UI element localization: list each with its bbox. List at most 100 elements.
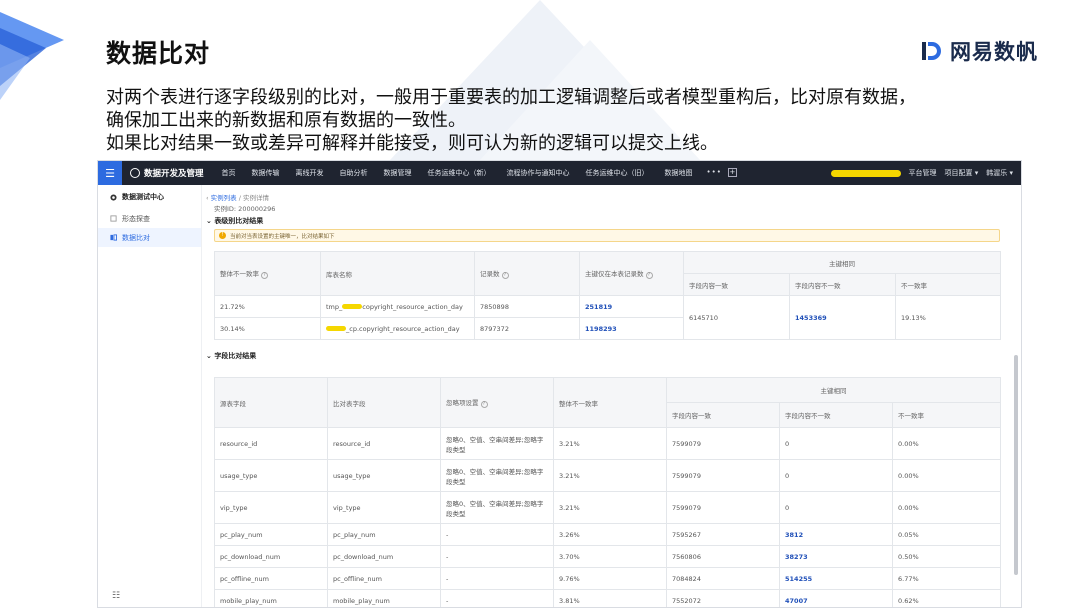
- top-navbar: ☰ 数据开发及管理 首页 数据传输 离线开发 自助分析 数据管理 任务运维中心（…: [98, 161, 1021, 185]
- cell-src: mobile_play_num: [214, 589, 328, 607]
- sidebar-collapse-icon[interactable]: ☷: [112, 591, 120, 601]
- desc-line: 对两个表进行逐字段级别的比对，一般用于重要表的加工逻辑调整后或者模型重构后，比对…: [106, 87, 916, 108]
- cell-diff-rate: 0.00%: [892, 491, 1001, 524]
- cell-same: 7599079: [666, 491, 780, 524]
- cell-diff: 0: [779, 427, 893, 460]
- sidebar-head-label: 数据测试中心: [122, 193, 164, 201]
- desc-line: 确保加工出来的新数据和原有数据的一致性。: [106, 110, 466, 131]
- app-name: 数据开发及管理: [144, 169, 204, 179]
- table-row: 21.72% tmp_ copyright_resource_action_day…: [214, 295, 1001, 340]
- cell-src: pc_download_num: [214, 545, 328, 568]
- nav-item-home[interactable]: 首页: [214, 168, 244, 178]
- breadcrumb-current: 实例详情: [243, 194, 270, 202]
- col-header-content-same: 字段内容一致: [666, 402, 780, 428]
- nav-item-ops-new[interactable]: 任务运维中心（新）: [420, 168, 499, 178]
- slide-description: 对两个表进行逐字段级别的比对，一般用于重要表的加工逻辑调整后或者模型重构后，比对…: [106, 86, 1036, 155]
- netease-shufan-icon: [922, 42, 941, 60]
- cell-records: 7850898: [474, 295, 580, 318]
- cell-rate: 3.21%: [553, 427, 667, 460]
- cell-ignore: -: [440, 567, 554, 590]
- cell-same: 7560806: [666, 545, 780, 568]
- breadcrumb-parent[interactable]: 实例列表: [211, 194, 237, 202]
- col-header-content-same: 字段内容一致: [683, 273, 790, 296]
- nav-item-data-mgmt[interactable]: 数据管理: [376, 168, 420, 178]
- sidebar-item-profile[interactable]: 形态探查: [98, 209, 201, 228]
- compare-icon: [110, 234, 117, 241]
- redacted-text: [326, 326, 346, 331]
- notice-text: 当前对当表设置的主键唯一，比对结果如下: [230, 233, 335, 240]
- cell-content-diff-link[interactable]: 1453369: [789, 295, 896, 340]
- cell-content-same: 6145710: [683, 295, 790, 340]
- table-row: pc_play_num pc_play_num - 3.26% 7595267 …: [214, 523, 1001, 546]
- project-config-menu[interactable]: 项目配置 ▾: [945, 168, 979, 178]
- vertical-scrollbar[interactable]: [1014, 355, 1018, 575]
- more-icon[interactable]: •••: [701, 168, 728, 178]
- cell-cmp: pc_offline_num: [327, 567, 441, 590]
- cell-rate: 3.81%: [553, 589, 667, 607]
- cell-same: 7599079: [666, 427, 780, 460]
- slide-corner-decoration: [0, 12, 64, 100]
- nav-item-offline-dev[interactable]: 离线开发: [288, 168, 332, 178]
- cell-ignore: 忽略0、空值、空串间差异;忽略字段类型: [440, 427, 554, 460]
- table-section-title[interactable]: ⌄ 表级别比对结果: [206, 216, 263, 226]
- cell-rate: 3.21%: [553, 459, 667, 492]
- cell-rate: 3.70%: [553, 545, 667, 568]
- table-row: pc_offline_num pc_offline_num - 9.76% 70…: [214, 567, 1001, 590]
- cell-diff-link[interactable]: 47007: [779, 589, 893, 607]
- sidebar-head[interactable]: 数据测试中心: [98, 185, 201, 209]
- cell-diff-link[interactable]: 38273: [779, 545, 893, 568]
- cell-diff-rate: 6.77%: [892, 567, 1001, 590]
- col-header-same-key: 主键相同: [666, 377, 1001, 403]
- cell-name: _cp.copyright_resource_action_day: [320, 317, 475, 340]
- main-content: ‹ 实例列表 / 实例详情 实例ID: 200000296 ⌄ 表级别比对结果 …: [202, 185, 1021, 607]
- cell-ignore: -: [440, 523, 554, 546]
- table-row: usage_type usage_type 忽略0、空值、空串间差异;忽略字段类…: [214, 459, 1001, 492]
- cell-only-link[interactable]: 251819: [579, 295, 684, 318]
- cell-same: 7599079: [666, 459, 780, 492]
- cell-src: pc_play_num: [214, 523, 328, 546]
- field-compare-table: 源表字段 比对表字段 忽略项设置? 整体不一致率 主键相同 字段内容一致 字段内…: [214, 377, 1001, 607]
- cell-diff-rate: 0.05%: [892, 523, 1001, 546]
- col-header-rate: 整体不一致率: [553, 377, 667, 428]
- nav-item-ops-old[interactable]: 任务运维中心（旧）: [578, 168, 657, 178]
- cell-rate: 3.21%: [553, 491, 667, 524]
- menu-icon[interactable]: ☰: [98, 161, 122, 185]
- notice-banner: ! 当前对当表设置的主键唯一，比对结果如下: [214, 229, 1000, 242]
- desc-line: 如果比对结果一致或差异可解释并能接受，则可认为新的逻辑可以提交上线。: [106, 133, 718, 154]
- cell-cmp: vip_type: [327, 491, 441, 524]
- cell-diff-link[interactable]: 3812: [779, 523, 893, 546]
- cell-src: pc_offline_num: [214, 567, 328, 590]
- cell-ignore: -: [440, 589, 554, 607]
- instance-id: 实例ID: 200000296: [214, 205, 276, 213]
- col-header-rate: 整体不一致率?: [214, 251, 321, 296]
- sidebar-item-compare[interactable]: 数据比对: [98, 228, 201, 247]
- help-icon[interactable]: ?: [261, 272, 268, 279]
- help-icon[interactable]: ?: [501, 272, 509, 279]
- cell-same: 7084824: [666, 567, 780, 590]
- nav-item-transfer[interactable]: 数据传输: [244, 168, 288, 178]
- col-header-src-field: 源表字段: [214, 377, 328, 428]
- cell-diff: 0: [779, 459, 893, 492]
- help-icon[interactable]: ?: [480, 401, 488, 408]
- cell-ignore: 忽略0、空值、空串间差异;忽略字段类型: [440, 459, 554, 492]
- cell-diff-link[interactable]: 514255: [779, 567, 893, 590]
- nav-item-data-map[interactable]: 数据地图: [657, 168, 701, 178]
- topbar-right: 平台管理 项目配置 ▾ 韩渥乐 ▾: [830, 168, 1022, 178]
- help-icon[interactable]: ?: [645, 272, 653, 279]
- nav-item-self-analysis[interactable]: 自助分析: [332, 168, 376, 178]
- field-section-title[interactable]: ⌄ 字段比对结果: [206, 351, 256, 361]
- col-header-same-key: 主键相同: [683, 251, 1001, 274]
- cell-cmp: usage_type: [327, 459, 441, 492]
- table-row: vip_type vip_type 忽略0、空值、空串间差异;忽略字段类型 3.…: [214, 491, 1001, 524]
- cell-only-link[interactable]: 1198293: [579, 317, 684, 340]
- app-title[interactable]: 数据开发及管理: [122, 167, 214, 179]
- sidebar-item-label: 数据比对: [122, 233, 150, 242]
- nav-item-workflow[interactable]: 流程协作与通知中心: [499, 168, 578, 178]
- user-menu[interactable]: 韩渥乐 ▾: [986, 168, 1013, 178]
- expand-icon[interactable]: +: [727, 168, 737, 177]
- cell-cmp: mobile_play_num: [327, 589, 441, 607]
- platform-mgmt-link[interactable]: 平台管理: [909, 168, 937, 178]
- col-header-diff-rate: 不一致率: [892, 402, 1001, 428]
- cell-diff: 0: [779, 491, 893, 524]
- app-logo-icon: [130, 168, 140, 178]
